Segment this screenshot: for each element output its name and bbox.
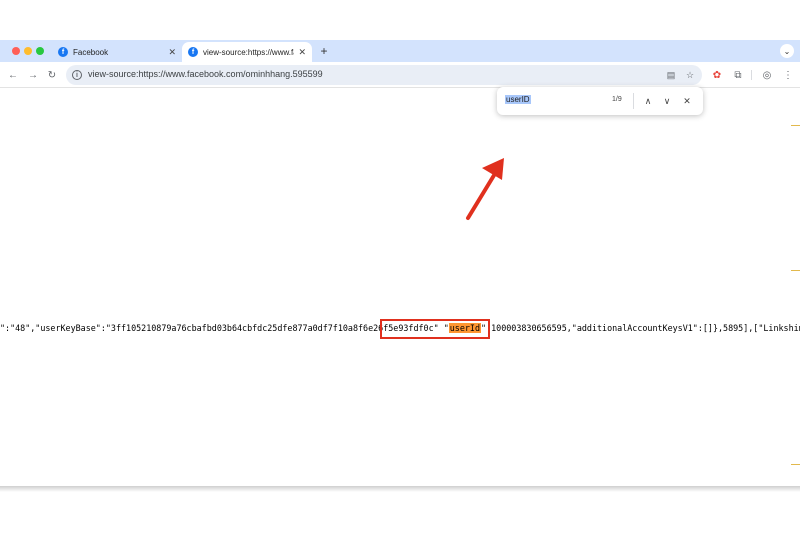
- annotation-highlight-box: [380, 319, 490, 339]
- facebook-icon: f: [188, 47, 198, 57]
- new-tab-button[interactable]: +: [317, 44, 331, 58]
- chevron-up-icon[interactable]: ∧: [641, 94, 655, 108]
- window-bottom-shadow: [0, 486, 800, 492]
- find-bar: userID 1/9 ∧ ∨ ✕: [497, 87, 703, 115]
- minimize-window-button[interactable]: [24, 47, 32, 55]
- close-icon[interactable]: ✕: [680, 94, 694, 108]
- address-bar[interactable]: i view-source:https://www.facebook.com/o…: [66, 65, 702, 85]
- find-input[interactable]: userID: [505, 95, 531, 104]
- scrollbar-match-marker: [791, 270, 800, 271]
- scrollbar-match-marker: [791, 464, 800, 465]
- tab-facebook[interactable]: f Facebook ✕: [52, 42, 182, 62]
- tab-view-source[interactable]: f view-source:https://www.fac ✕: [182, 42, 312, 62]
- page-icon[interactable]: ▤: [664, 68, 678, 82]
- facebook-icon: f: [58, 47, 68, 57]
- tab-title: Facebook: [73, 47, 109, 57]
- tab-search-button[interactable]: ⌄: [780, 44, 794, 58]
- site-info-icon[interactable]: i: [72, 70, 82, 80]
- scrollbar-match-marker: [791, 125, 800, 126]
- browser-window: f Facebook ✕ f view-source:https://www.f…: [0, 40, 800, 486]
- back-button[interactable]: ←: [6, 68, 20, 82]
- maximize-window-button[interactable]: [36, 47, 44, 55]
- close-icon[interactable]: ✕: [168, 47, 176, 58]
- url-text: view-source:https://www.facebook.com/omi…: [88, 69, 323, 79]
- annotation-arrow: [466, 158, 504, 220]
- source-text-after: ":100003830656595,"additionalAccountKeys…: [481, 323, 800, 333]
- puzzle-icon[interactable]: ⧉: [731, 68, 745, 82]
- close-window-button[interactable]: [12, 47, 20, 55]
- extension-icon[interactable]: ✿: [710, 68, 724, 82]
- find-divider: [633, 93, 634, 109]
- tab-title: view-source:https://www.fac: [203, 47, 295, 57]
- close-icon[interactable]: ✕: [298, 47, 306, 58]
- star-icon[interactable]: ☆: [683, 68, 697, 82]
- chevron-down-icon[interactable]: ∨: [660, 94, 674, 108]
- tab-strip: f Facebook ✕ f view-source:https://www.f…: [0, 40, 800, 62]
- forward-button[interactable]: →: [26, 68, 40, 82]
- reload-button[interactable]: ↻: [45, 68, 59, 82]
- toolbar: ← → ↻ i view-source:https://www.facebook…: [0, 62, 800, 88]
- profile-icon[interactable]: ◎: [760, 68, 774, 82]
- menu-icon[interactable]: ⋮: [781, 68, 795, 82]
- find-match-count: 1/9: [612, 96, 622, 103]
- toolbar-divider: [751, 70, 752, 80]
